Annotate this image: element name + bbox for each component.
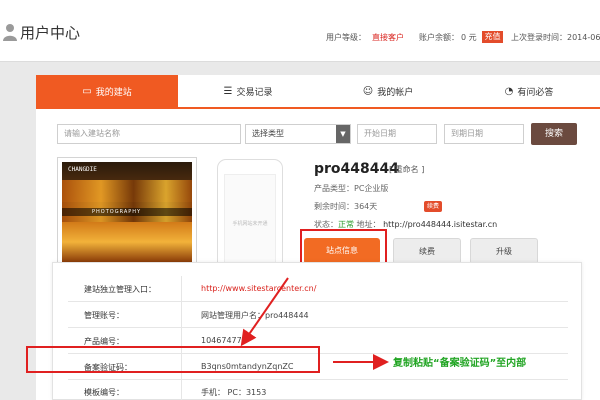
arrow-icon [240, 277, 289, 347]
annotation-arrows [240, 277, 389, 370]
annotation-text: 复制粘贴“备案验证码”至内部 [393, 358, 527, 369]
